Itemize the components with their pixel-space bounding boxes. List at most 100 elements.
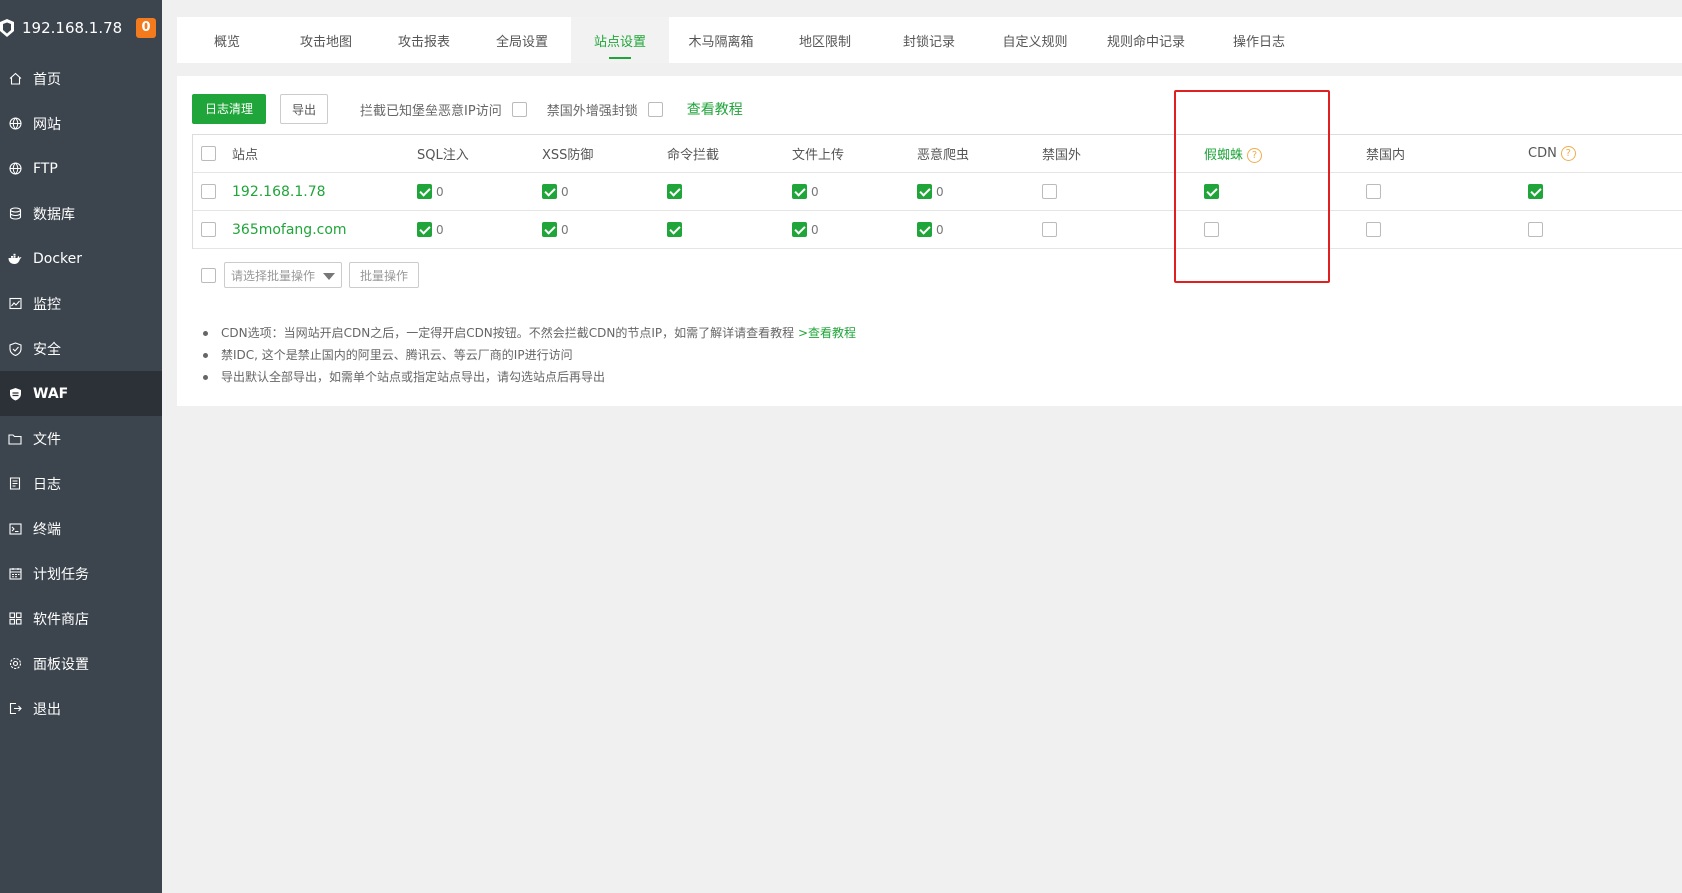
tab-operation-log[interactable]: 操作日志 [1203,17,1315,63]
xss-checkbox[interactable] [542,184,557,199]
sql-checkbox[interactable] [417,222,432,237]
sidebar-item-ftp[interactable]: FTP [0,146,162,191]
notification-badge[interactable]: 0 [136,18,156,38]
sidebar-item-label: 数据库 [33,206,75,223]
foreign-checkbox[interactable] [1042,184,1057,199]
sidebar-item-label: 日志 [33,476,61,493]
crawler-checkbox[interactable] [917,222,932,237]
spider-checkbox[interactable] [1204,222,1219,237]
select-all-checkbox[interactable] [201,146,216,161]
xss-cell: 0 [542,173,667,211]
tab-rule-hit-records[interactable]: 规则命中记录 [1089,17,1203,63]
row-select-cell [192,211,232,249]
sidebar-item-label: 面板设置 [33,656,89,673]
batch-operation-button[interactable]: 批量操作 [349,262,420,288]
tab-attack-map[interactable]: 攻击地图 [277,17,375,63]
sidebar-item-security[interactable]: 安全 [0,326,162,371]
foreign-checkbox[interactable] [1042,222,1057,237]
batch-operation-row: 请选择批量操作 批量操作 [201,262,420,288]
tab-block-records[interactable]: 封锁记录 [877,17,981,63]
upload-checkbox[interactable] [792,184,807,199]
cdn-cell [1528,211,1682,249]
help-icon[interactable]: ? [1560,146,1576,161]
sidebar-item-panel-settings[interactable]: 面板设置 [0,641,162,686]
sidebar-item-logout[interactable]: 退出 [0,686,162,731]
table-header-row: 站点 SQL注入 XSS防御 命令拦截 文件上传 恶意爬虫 禁国外 假蜘蛛? 禁… [192,134,1682,173]
sidebar-item-home[interactable]: 首页 [0,56,162,101]
sql-checkbox[interactable] [417,184,432,199]
cdn-checkbox[interactable] [1528,222,1543,237]
col-spider-header: 假蜘蛛? [1204,135,1366,173]
spider-checkbox[interactable] [1204,184,1219,199]
sidebar-item-label: FTP [33,160,58,177]
col-cdn-header: CDN? [1528,135,1682,173]
note-cdn-text: CDN选项：当网站开启CDN之后，一定得开启CDN按钮。不然会拦截CDN的节点I… [221,326,795,340]
crawler-checkbox[interactable] [917,184,932,199]
domestic-checkbox[interactable] [1366,184,1381,199]
sidebar-item-files[interactable]: 文件 [0,416,162,461]
export-button[interactable]: 导出 [280,94,329,124]
site-table: 站点 SQL注入 XSS防御 命令拦截 文件上传 恶意爬虫 禁国外 假蜘蛛? 禁… [192,134,1682,249]
site-settings-panel: 日志清理 导出 拦截已知堡垒恶意IP访问 禁国外增强封锁 查看教程 站点 SQL… [177,76,1682,406]
row-checkbox[interactable] [201,222,216,237]
toolbar: 日志清理 导出 拦截已知堡垒恶意IP访问 禁国外增强封锁 查看教程 [192,94,743,124]
cmd-checkbox[interactable] [667,184,682,199]
tab-trojan-quarantine[interactable]: 木马隔离箱 [669,17,773,63]
foreign-cell [1042,173,1204,211]
sidebar-item-label: 网站 [33,116,61,133]
block-bastion-checkbox[interactable] [511,101,527,117]
tab-site-settings[interactable]: 站点设置 [571,17,669,63]
tab-custom-rules[interactable]: 自定义规则 [981,17,1089,63]
cmd-checkbox[interactable] [667,222,682,237]
log-icon [8,477,22,491]
row-select-cell [192,173,232,211]
sidebar-item-label: WAF [33,385,69,402]
server-ip: 192.168.1.78 [22,19,123,37]
sidebar-item-docker[interactable]: Docker [0,236,162,281]
upload-checkbox[interactable] [792,222,807,237]
col-cdn: CDN [1528,146,1557,161]
waf-tab-bar: 概览 攻击地图 攻击报表 全局设置 站点设置 木马隔离箱 地区限制 封锁记录 自… [177,17,1682,63]
col-site: 站点 [232,148,259,163]
site-link[interactable]: 365mofang.com [232,222,347,238]
database-icon [8,207,22,221]
tab-attack-report[interactable]: 攻击报表 [375,17,473,63]
sidebar-item-terminal[interactable]: 终端 [0,506,162,551]
sidebar-item-waf[interactable]: WAF [0,371,162,416]
sidebar-item-cron[interactable]: 计划任务 [0,551,162,596]
sidebar-item-label: 文件 [33,431,61,448]
sidebar-item-website[interactable]: 网站 [0,101,162,146]
upload-count: 0 [811,184,819,199]
sidebar-item-database[interactable]: 数据库 [0,191,162,236]
cmd-cell [667,211,792,249]
help-icon[interactable]: ? [1247,148,1263,163]
col-upload: 文件上传 [792,148,845,163]
clear-log-button[interactable]: 日志清理 [192,94,267,124]
cdn-checkbox[interactable] [1528,184,1543,199]
block-foreign-checkbox[interactable] [647,101,663,117]
col-cmd: 命令拦截 [667,148,720,163]
crawler-count: 0 [936,184,944,199]
sidebar-item-monitor[interactable]: 监控 [0,281,162,326]
note-tutorial-link[interactable]: >查看教程 [798,326,856,340]
sidebar-item-label: 退出 [33,701,61,718]
xss-checkbox[interactable] [542,222,557,237]
chevron-down-icon [323,273,335,280]
tab-region-limit[interactable]: 地区限制 [773,17,877,63]
spider-cell [1204,211,1366,249]
sql-count: 0 [436,222,444,237]
sidebar-item-store[interactable]: 软件商店 [0,596,162,641]
upload-cell: 0 [792,173,917,211]
batch-select-checkbox[interactable] [201,267,216,283]
row-checkbox[interactable] [201,184,216,199]
domestic-checkbox[interactable] [1366,222,1381,237]
site-link[interactable]: 192.168.1.78 [232,184,326,200]
tab-global-settings[interactable]: 全局设置 [473,17,571,63]
batch-operation-select[interactable]: 请选择批量操作 [224,262,342,288]
tutorial-link[interactable]: 查看教程 [687,99,743,119]
help-notes: CDN选项：当网站开启CDN之后，一定得开启CDN按钮。不然会拦截CDN的节点I… [203,322,856,388]
grid-icon [8,612,22,626]
tab-overview[interactable]: 概览 [177,17,277,63]
xss-cell: 0 [542,211,667,249]
sidebar-item-logs[interactable]: 日志 [0,461,162,506]
